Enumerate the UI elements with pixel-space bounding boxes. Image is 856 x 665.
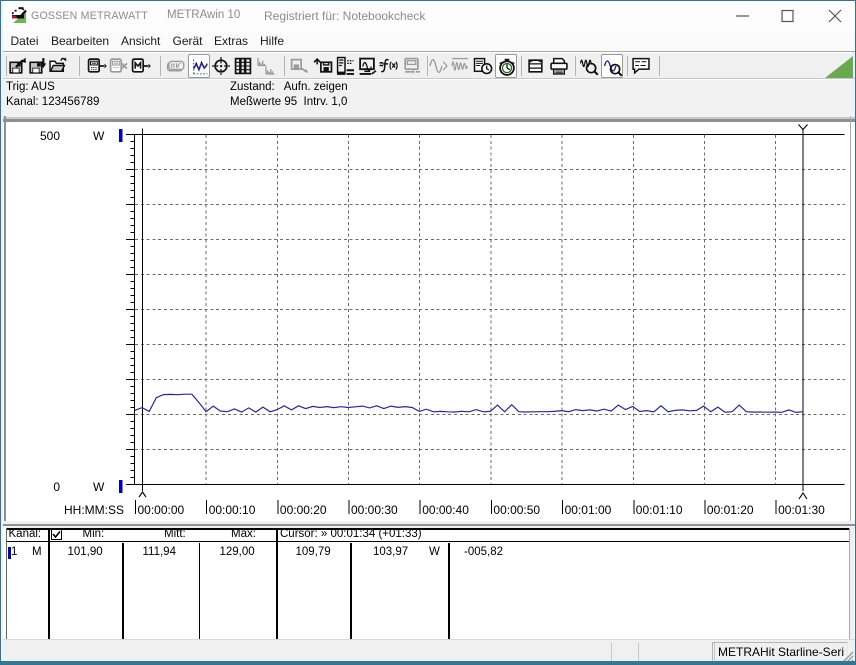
svg-text:00:01:10: 00:01:10 [636,503,683,517]
svg-text:00:00:10: 00:00:10 [209,503,256,517]
svg-text:W: W [93,480,105,494]
svg-text:00:00:30: 00:00:30 [351,503,398,517]
svg-text:0: 0 [53,480,60,494]
svg-text:500: 500 [40,129,60,143]
svg-text:00:00:00: 00:00:00 [138,503,185,517]
svg-text:W: W [93,129,105,143]
svg-text:00:00:50: 00:00:50 [493,503,540,517]
svg-text:HH:MM:SS: HH:MM:SS [64,503,124,517]
svg-text:00:01:30: 00:01:30 [778,503,825,517]
svg-text:00:00:40: 00:00:40 [422,503,469,517]
svg-text:00:01:20: 00:01:20 [707,503,754,517]
svg-text:00:01:00: 00:01:00 [565,503,612,517]
svg-text:00:00:20: 00:00:20 [280,503,327,517]
